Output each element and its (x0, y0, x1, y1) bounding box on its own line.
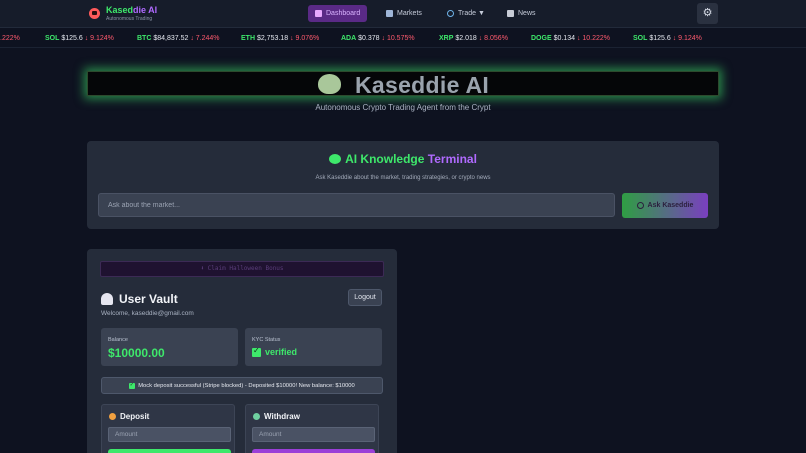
pumpkin-icon (318, 74, 341, 94)
brand-tagline: Autonomous Trading (106, 16, 153, 22)
deposit-amount-input[interactable] (108, 427, 231, 442)
kyc-status-card: KYC Status verified (245, 328, 382, 366)
hero-subtitle: Autonomous Crypto Trading Agent from the… (315, 103, 491, 112)
ticker-item: BTC $84,837.52 ↓ 7.244% (137, 35, 220, 42)
balance-value: $10000.00 (108, 346, 165, 360)
ticker-item: SOL $125.6 ↓ 9.124% (45, 35, 114, 42)
ask-market-input[interactable] (98, 193, 615, 217)
ticker-item: .222% (0, 35, 20, 42)
dashboard-icon (315, 10, 322, 17)
hero-title: Kaseddie AI (355, 72, 490, 98)
welcome-text: Welcome, kaseddie@gmail.com (101, 310, 194, 317)
deposit-button[interactable] (108, 449, 231, 453)
ticker-item: DOGE $0.134 ↓ 10.222% (531, 35, 611, 42)
money-bag-icon (109, 413, 116, 420)
deposit-panel: Deposit (101, 404, 235, 453)
ticker-item: ADA $0.378 ↓ 10.575% (341, 35, 415, 42)
user-vault-panel: ⬇ Claim Halloween Bonus User Vault Logou… (87, 249, 397, 453)
logout-button[interactable]: Logout (348, 289, 382, 306)
nav-news[interactable]: News (500, 5, 543, 22)
withdraw-amount-input[interactable] (252, 427, 375, 442)
settings-gear-icon[interactable]: ⚙ (697, 3, 718, 24)
ai-knowledge-terminal: AI Knowledge Terminal Ask Kaseddie about… (87, 141, 719, 229)
terminal-subtitle: Ask Kaseddie about the market, trading s… (315, 175, 491, 181)
kyc-status-value: verified (252, 346, 297, 357)
chat-bubble-icon (329, 154, 342, 164)
checkmark-icon (129, 382, 136, 389)
hero-banner: Kaseddie AI (87, 71, 719, 98)
claim-bonus-button[interactable]: ⬇ Claim Halloween Bonus (100, 261, 384, 277)
withdraw-panel: Withdraw (245, 404, 379, 453)
nav-dashboard[interactable]: Dashboard (308, 5, 368, 22)
ask-kaseddie-button[interactable]: Ask Kaseddie (622, 193, 708, 218)
top-nav-bar: Kaseddie AI Autonomous Trading Dashboard… (0, 0, 806, 28)
price-ticker: .222% SOL $125.6 ↓ 9.124% BTC $84,837.52… (0, 32, 806, 48)
nav-markets[interactable]: Markets (379, 5, 429, 22)
withdraw-button[interactable] (252, 449, 375, 453)
ticker-item: ETH $2,753.18 ↓ 9.076% (241, 35, 320, 42)
balance-card: Balance $10000.00 (101, 328, 238, 366)
terminal-title: AI Knowledge Terminal (87, 152, 719, 166)
ticker-item: XRP $2.018 ↓ 8.056% (439, 35, 508, 42)
nav-trade[interactable]: Trade ▼ (440, 5, 492, 22)
money-wings-icon (253, 413, 260, 420)
pumpkin-logo-icon (89, 8, 100, 19)
checkmark-icon (252, 346, 261, 357)
chart-icon (386, 10, 393, 17)
ticker-item: SOL $125.6 ↓ 9.124% (633, 35, 702, 42)
brand-name[interactable]: Kaseddie AI (106, 5, 157, 15)
vault-title: User Vault (101, 292, 178, 306)
ghost-icon (101, 293, 113, 305)
trade-icon (447, 10, 454, 17)
deposit-notice: Mock deposit successful (Stripe blocked)… (101, 377, 383, 394)
crystal-ball-icon (636, 202, 644, 209)
newspaper-icon (507, 10, 514, 17)
